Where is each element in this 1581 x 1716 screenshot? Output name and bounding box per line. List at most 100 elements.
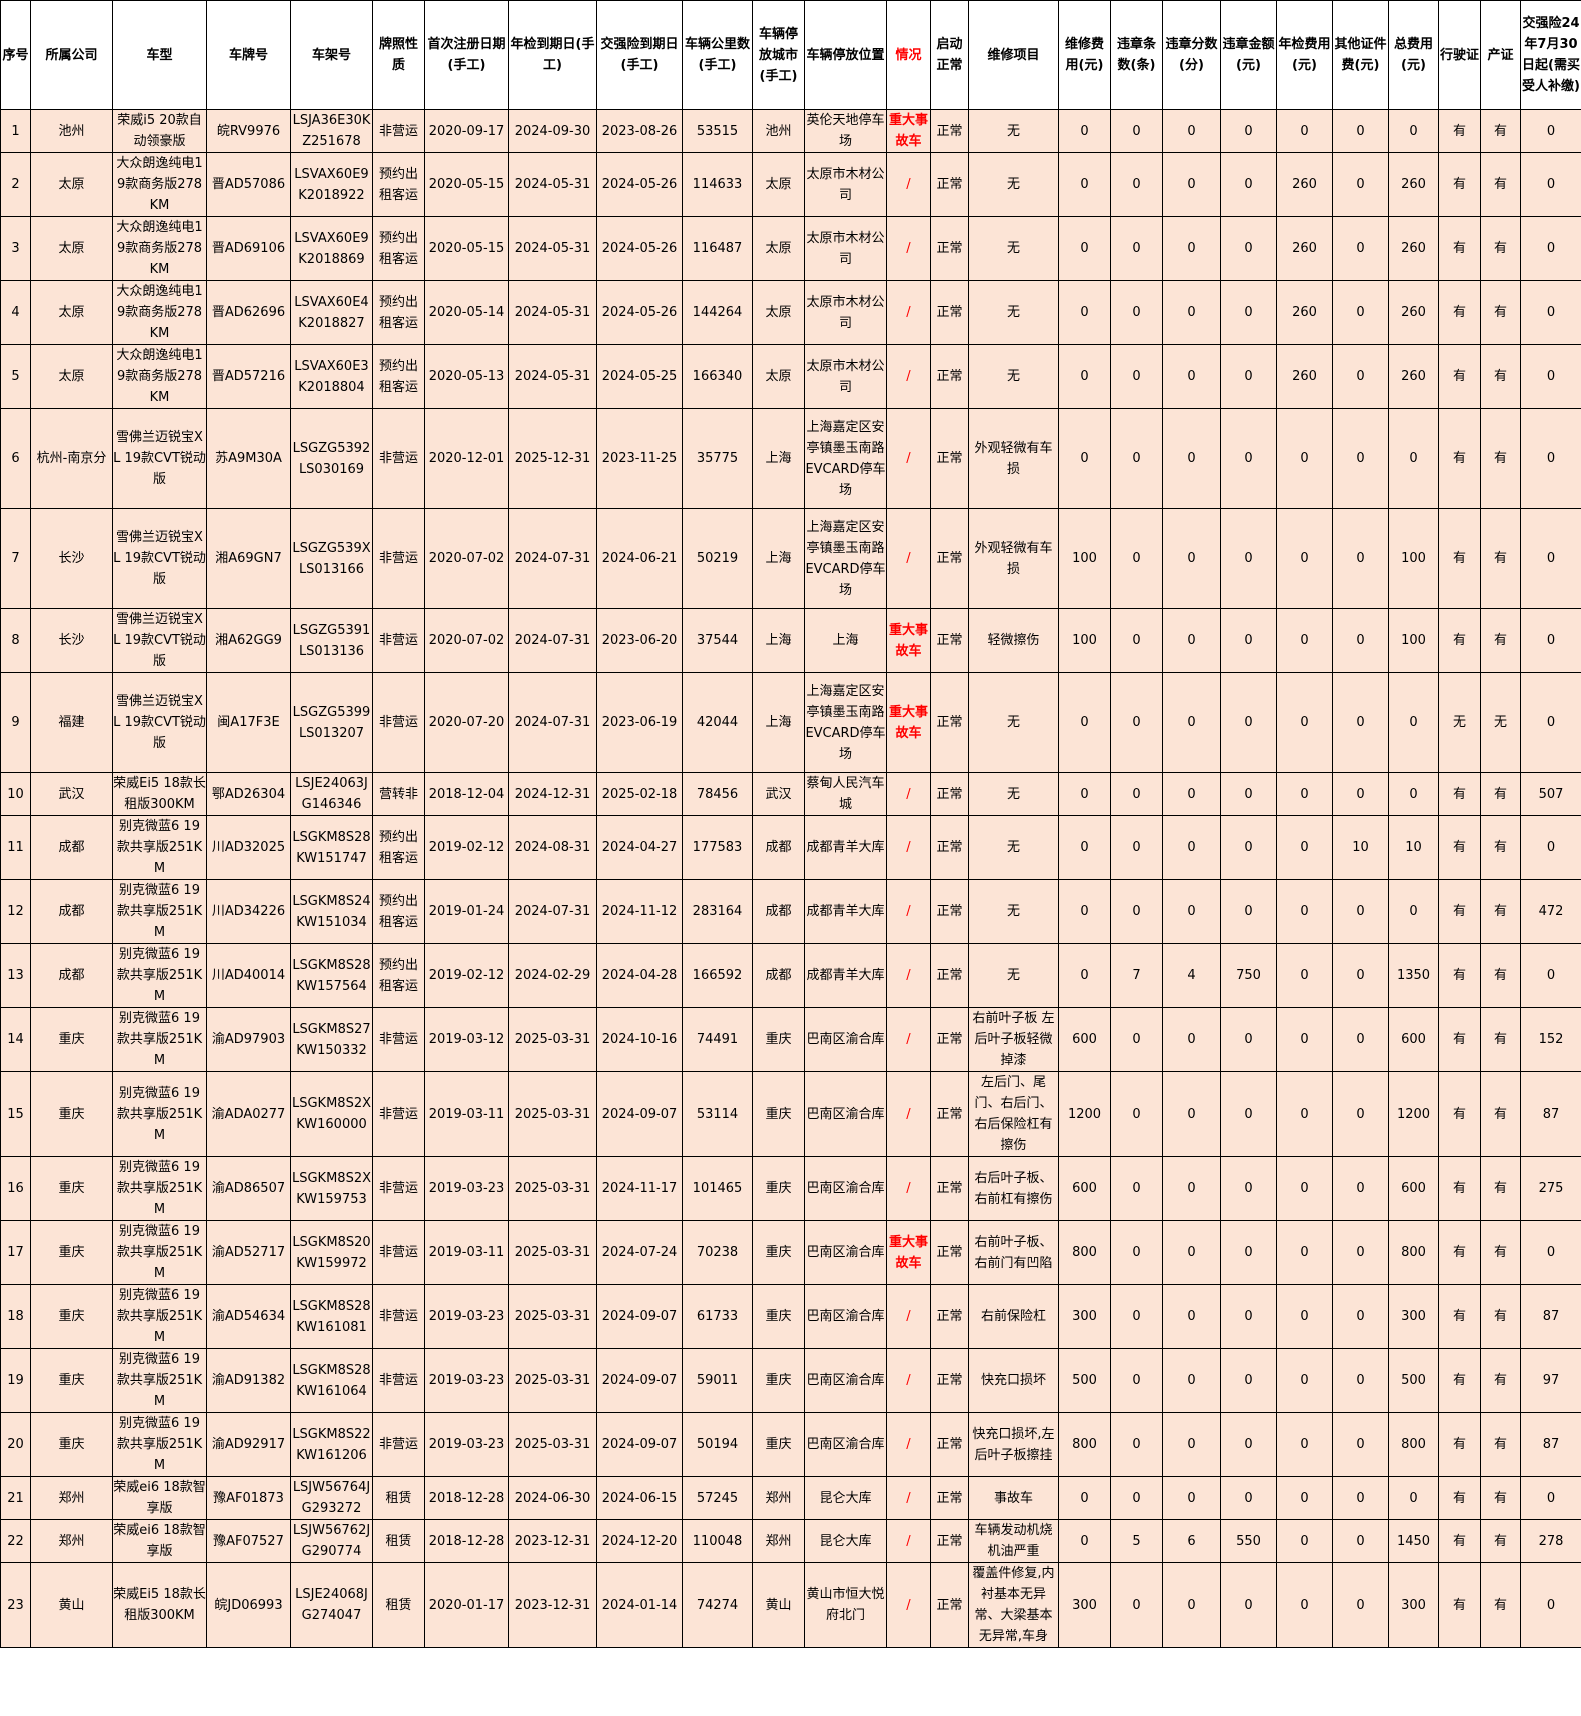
col-repair-cost-cell: 0 [1058,672,1111,773]
col-first-reg-date-cell: 2019-02-12 [424,943,509,1008]
table-row: 15 重庆 别克微蓝6 19款共享版251KM 渝ADA0277 LSGKM8S2XKW… [0,1071,1581,1157]
col-repair-cost-cell: 0 [1058,109,1111,153]
col-violation-amount-cell: 0 [1220,280,1277,345]
col-company-cell: 郑州 [30,1519,113,1563]
col-insurance-due-cell: 2024-09-07 [596,1412,683,1477]
col-insurance-supplement-cell: 278 [1520,1519,1581,1563]
col-repair-cost-cell: 100 [1058,508,1111,609]
col-inspection-fee-cell: 260 [1276,280,1333,345]
col-plate-type-cell: 营转非 [372,772,425,816]
col-company-cell: 重庆 [30,1156,113,1221]
col-inspection-fee-cell: 0 [1276,1476,1333,1520]
col-insurance-supplement-header: 交强险24年7月30日起(需买受人补缴) [1520,0,1581,110]
col-vin-cell: LSJE24063JG146346 [290,772,373,816]
col-parking-location-cell: 巴南区渝合库 [804,1284,887,1349]
col-first-reg-date-cell: 2019-03-11 [424,1220,509,1285]
col-plate-cell: 苏A9M30A [206,408,291,509]
col-ownership-cert-cell: 有 [1480,109,1521,153]
col-start-status-cell: 正常 [930,508,969,609]
col-plate-cell: 渝AD92917 [206,1412,291,1477]
col-parking-location-cell: 上海嘉定区安亭镇墨玉南路EVCARD停车场 [804,408,887,509]
col-violation-count-cell: 0 [1110,1220,1163,1285]
col-first-reg-date-cell: 2020-05-14 [424,280,509,345]
col-ownership-cert-header: 产证 [1480,0,1521,110]
col-ownership-cert-cell: 有 [1480,943,1521,1008]
col-total-cost-cell: 800 [1388,1220,1439,1285]
col-model-cell: 大众朗逸纯电19款商务版278KM [112,344,207,409]
col-condition-cell: 重大事故车 [886,1220,931,1285]
col-plate-type-cell: 预约出租客运 [372,152,425,217]
col-inspection-due-cell: 2025-03-31 [508,1220,597,1285]
col-inspection-fee-cell: 0 [1276,608,1333,673]
col-model-cell: 别克微蓝6 19款共享版251KM [112,1007,207,1072]
table-row: 2 太原 大众朗逸纯电19款商务版278KM 晋AD57086 LSVAX60E9K20… [0,152,1581,217]
col-total-cost-cell: 0 [1388,672,1439,773]
col-condition-cell: / [886,280,931,345]
col-insurance-supplement-cell: 0 [1520,1562,1581,1648]
col-inspection-fee-header: 年检费用(元) [1276,0,1333,110]
col-inspection-fee-cell: 0 [1276,408,1333,509]
col-repair-cost-cell: 300 [1058,1284,1111,1349]
col-company-cell: 太原 [30,216,113,281]
col-violation-points-cell: 0 [1162,508,1221,609]
col-index-cell: 2 [0,152,31,217]
col-violation-count-header: 违章条数(条) [1110,0,1163,110]
col-parking-city-cell: 重庆 [752,1156,805,1221]
col-repair-cost-cell: 0 [1058,815,1111,880]
col-insurance-supplement-cell: 87 [1520,1284,1581,1349]
col-total-cost-cell: 260 [1388,280,1439,345]
col-company-cell: 太原 [30,152,113,217]
col-repair-items-cell: 右前保险杠 [968,1284,1059,1349]
col-vin-cell: LSGKM8S28KW161064 [290,1348,373,1413]
col-violation-points-cell: 0 [1162,772,1221,816]
col-inspection-fee-cell: 0 [1276,1284,1333,1349]
col-first-reg-date-cell: 2018-12-04 [424,772,509,816]
col-repair-items-cell: 车辆发动机烧机油严重 [968,1519,1059,1563]
col-total-cost-cell: 260 [1388,152,1439,217]
col-index-cell: 18 [0,1284,31,1349]
col-mileage-cell: 61733 [682,1284,753,1349]
col-parking-city-cell: 郑州 [752,1519,805,1563]
col-driving-license-cell: 有 [1438,1284,1481,1349]
col-first-reg-date-cell: 2018-12-28 [424,1519,509,1563]
col-index-cell: 10 [0,772,31,816]
col-driving-license-cell: 有 [1438,344,1481,409]
col-plate-cell: 晋AD69106 [206,216,291,281]
col-parking-location-cell: 巴南区渝合库 [804,1156,887,1221]
col-company-cell: 太原 [30,280,113,345]
col-index-header: 序号 [0,0,31,110]
col-inspection-due-cell: 2024-02-29 [508,943,597,1008]
col-total-cost-cell: 1450 [1388,1519,1439,1563]
col-ownership-cert-cell: 有 [1480,1348,1521,1413]
col-ownership-cert-cell: 有 [1480,344,1521,409]
col-repair-items-cell: 无 [968,672,1059,773]
col-plate-cell: 晋AD57216 [206,344,291,409]
col-index-cell: 20 [0,1412,31,1477]
col-model-cell: 雪佛兰迈锐宝XL 19款CVT锐动版 [112,672,207,773]
col-inspection-fee-cell: 0 [1276,1562,1333,1648]
col-company-cell: 郑州 [30,1476,113,1520]
col-first-reg-date-cell: 2019-03-11 [424,1071,509,1157]
col-model-cell: 荣威Ei5 18款长租版300KM [112,772,207,816]
col-first-reg-date-header: 首次注册日期(手工) [424,0,509,110]
col-other-fee-cell: 0 [1332,1476,1389,1520]
col-insurance-due-cell: 2024-04-27 [596,815,683,880]
col-plate-type-cell: 非营运 [372,1007,425,1072]
col-other-fee-cell: 0 [1332,109,1389,153]
col-model-cell: 雪佛兰迈锐宝XL 19款CVT锐动版 [112,608,207,673]
col-violation-count-cell: 0 [1110,344,1163,409]
col-model-cell: 荣威ei6 18款智享版 [112,1519,207,1563]
col-violation-points-cell: 0 [1162,344,1221,409]
col-insurance-due-cell: 2024-05-26 [596,280,683,345]
col-model-cell: 别克微蓝6 19款共享版251KM [112,879,207,944]
col-repair-items-cell: 快充口损坏 [968,1348,1059,1413]
col-model-cell: 别克微蓝6 19款共享版251KM [112,1220,207,1285]
col-company-cell: 重庆 [30,1220,113,1285]
col-violation-count-cell: 0 [1110,280,1163,345]
col-repair-items-cell: 左后门、尾门、右后门、右后保险杠有擦伤 [968,1071,1059,1157]
col-repair-cost-cell: 0 [1058,408,1111,509]
col-violation-count-cell: 7 [1110,943,1163,1008]
col-index-cell: 19 [0,1348,31,1413]
table-row: 22 郑州 荣威ei6 18款智享版 豫AF07527 LSJW56762JG29077… [0,1519,1581,1563]
col-violation-points-cell: 0 [1162,1156,1221,1221]
